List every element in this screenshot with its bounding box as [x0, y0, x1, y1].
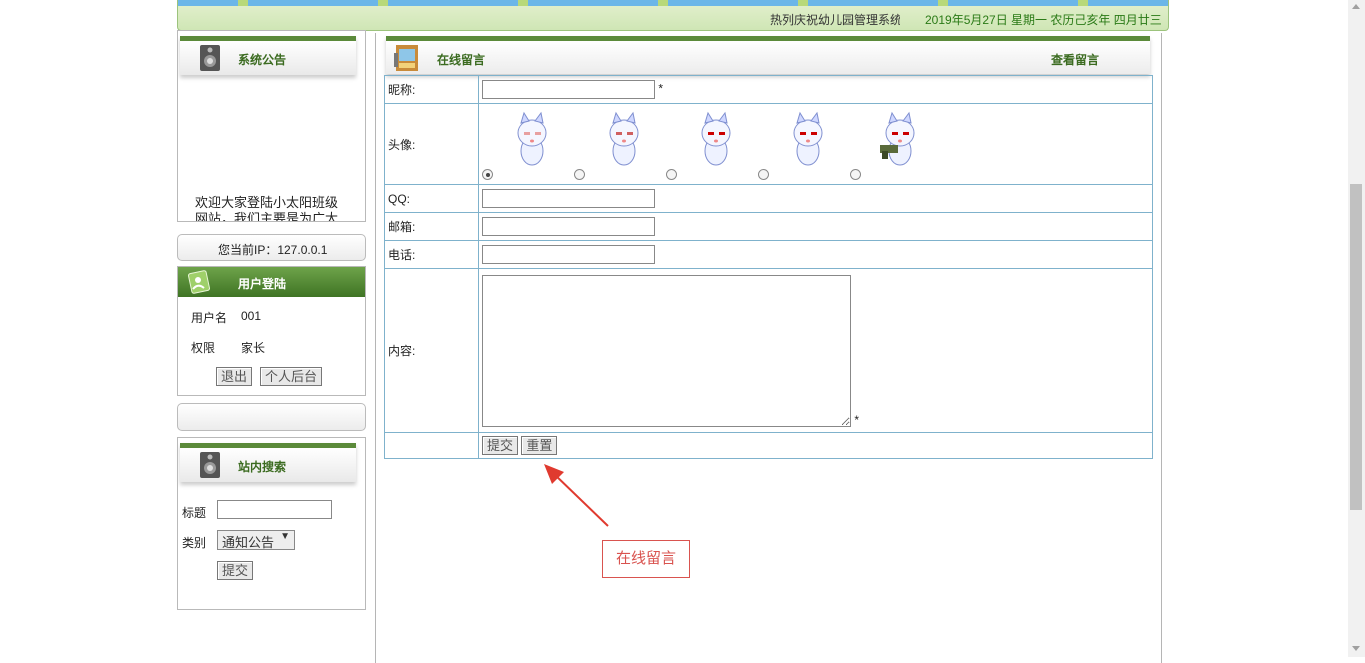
empty-label-cell [384, 432, 479, 459]
annotation-label: 在线留言 [602, 540, 690, 578]
nickname-input[interactable] [482, 80, 655, 99]
email-input[interactable] [482, 217, 655, 236]
avatar-label: 头像: [384, 103, 479, 185]
role-value: 家长 [241, 341, 266, 355]
ip-bar: 您当前IP：127.0.0.1 [177, 234, 366, 261]
submit-button[interactable]: 提交 [482, 436, 519, 455]
email-label: 邮箱: [384, 212, 479, 241]
announcement-title: 系统公告 [238, 53, 287, 67]
announcement-panel: 系统公告 欢迎大家登陆小太阳班级网站，我们主要是为广大朋友 [177, 30, 366, 222]
logout-button[interactable]: 退出 [216, 367, 253, 386]
ip-text: 您当前IP：127.0.0.1 [218, 243, 328, 257]
required-mark: * [854, 412, 860, 427]
main-title: 在线留言 [437, 53, 486, 67]
avatar-radio-4[interactable] [758, 169, 769, 180]
scroll-down-arrow[interactable] [1352, 646, 1360, 651]
qq-label: QQ: [384, 184, 479, 213]
speaker-icon [200, 452, 220, 478]
search-header: 站内搜索 [180, 443, 356, 482]
search-category-label: 类别 [182, 536, 207, 550]
login-header: 用户登陆 [178, 267, 365, 297]
reset-button[interactable]: 重置 [521, 436, 558, 455]
search-title-label: 标题 [182, 506, 207, 520]
avatar-image-3 [701, 111, 731, 166]
phone-label: 电话: [384, 240, 479, 269]
annotation-arrow [544, 464, 609, 527]
login-panel: 用户登陆 用户名 001 权限 家长 退出 个人后台 [177, 266, 366, 396]
message-board-icon [394, 45, 418, 71]
username-label: 用户名 [191, 311, 228, 325]
phone-input[interactable] [482, 245, 655, 264]
top-banner: 热列庆祝幼儿园管理系统 2019年5月27日 星期一 农历己亥年 四月廿三 [177, 0, 1169, 31]
avatar-radio-5[interactable] [850, 169, 861, 180]
speaker-icon [200, 45, 220, 71]
avatar-image-5 [880, 111, 915, 166]
chevron-down-icon: ▼ [280, 531, 290, 542]
search-title-input[interactable] [217, 500, 332, 519]
scroll-up-arrow[interactable] [1352, 4, 1360, 9]
page-scrollbar[interactable] [1348, 0, 1365, 657]
avatar-image-1 [517, 111, 547, 166]
scroll-thumb[interactable] [1350, 184, 1362, 510]
email-cell [478, 212, 1153, 241]
avatar-option-1[interactable] [482, 106, 574, 182]
banner-stripe [178, 0, 1168, 6]
search-panel: 站内搜索 标题 类别 通知公告 ▼ 提交 [177, 437, 366, 610]
banner-date: 2019年5月27日 星期一 农历己亥年 四月廿三 [925, 13, 1162, 27]
content-cell: * [478, 268, 1153, 433]
spacer-bar [177, 403, 366, 431]
required-mark: * [658, 81, 664, 96]
content-textarea[interactable] [482, 274, 851, 427]
main-header: 在线留言 查看留言 [386, 36, 1150, 74]
search-title: 站内搜索 [238, 460, 287, 474]
nickname-cell: * [478, 75, 1153, 104]
avatar-radio-3[interactable] [666, 169, 677, 180]
phone-cell [478, 240, 1153, 269]
avatar-image-4 [793, 111, 823, 166]
qq-input[interactable] [482, 189, 655, 208]
avatar-option-5[interactable] [850, 106, 942, 182]
category-select[interactable]: 通知公告 ▼ [217, 530, 295, 550]
nickname-label: 昵称: [384, 75, 479, 104]
avatar-option-4[interactable] [758, 106, 850, 182]
category-select-value: 通知公告 [222, 535, 275, 550]
avatar-option-2[interactable] [574, 106, 666, 182]
content-label: 内容: [384, 268, 479, 433]
buttons-cell: 提交 重置 [478, 432, 1153, 459]
avatar-radio-1[interactable] [482, 169, 493, 180]
avatar-radio-2[interactable] [574, 169, 585, 180]
avatar-option-3[interactable] [666, 106, 758, 182]
avatar-image-2 [609, 111, 639, 166]
search-submit-button[interactable]: 提交 [217, 561, 254, 580]
announcement-text: 欢迎大家登陆小太阳班级网站，我们主要是为广大朋友 [195, 195, 339, 222]
avatar-cell [478, 103, 1153, 185]
username-value: 001 [241, 309, 262, 323]
banner-marquee: 热列庆祝幼儿园管理系统 [770, 13, 900, 27]
login-title: 用户登陆 [238, 277, 287, 291]
view-messages-link[interactable]: 查看留言 [1051, 51, 1099, 68]
user-card-icon [188, 270, 211, 294]
message-form: 昵称: * 头像: QQ: 邮箱: 电话: 内容: * 提交 重置 [384, 75, 1153, 459]
role-label: 权限 [191, 341, 216, 355]
qq-cell [478, 184, 1153, 213]
backend-button[interactable]: 个人后台 [260, 367, 323, 386]
announcement-header: 系统公告 [180, 36, 356, 75]
